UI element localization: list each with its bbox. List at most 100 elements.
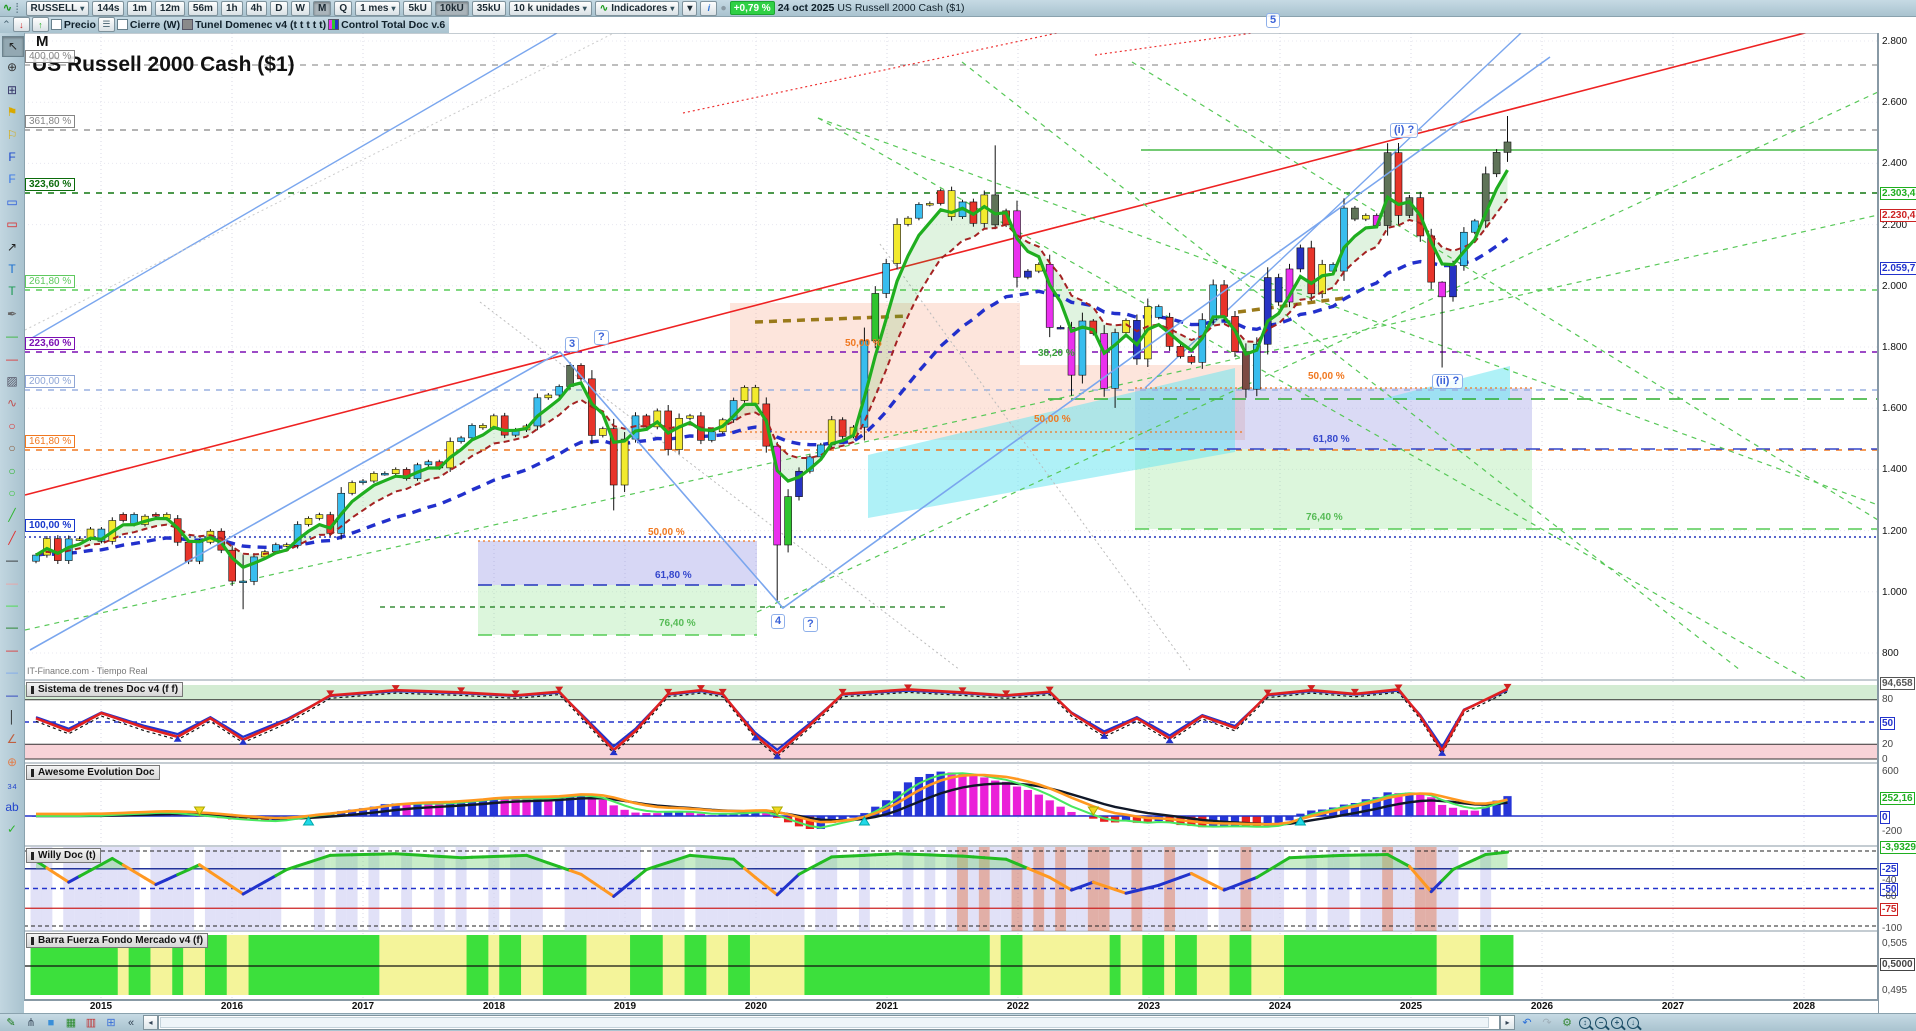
confirm-tool-icon[interactable]: ✓ bbox=[2, 820, 22, 839]
current-price-label: 2.059,7 bbox=[1880, 261, 1916, 275]
alert-cursor-tool-icon[interactable]: ⚑ bbox=[2, 103, 22, 122]
timeframe-button-D[interactable]: D bbox=[270, 0, 288, 16]
indicator-tick-label: 0 bbox=[1882, 753, 1888, 765]
info-icon[interactable]: i bbox=[700, 0, 718, 16]
hline-darkgreen-tool-icon[interactable]: — bbox=[2, 618, 22, 637]
hline-brightgreen-tool-icon[interactable]: — bbox=[2, 596, 22, 615]
vline-tool-icon[interactable]: │ bbox=[2, 708, 22, 727]
timeframe-button-56m[interactable]: 56m bbox=[187, 0, 218, 16]
alert-tool-icon[interactable]: ⚐ bbox=[2, 126, 22, 145]
settings-chart-icon[interactable]: ⚙ bbox=[1559, 1015, 1575, 1030]
hline-pink-tool-icon[interactable]: — bbox=[2, 574, 22, 593]
time-axis[interactable]: 2015 2016 2017 2018 2019 2020 2021 2022 2023 2024… bbox=[24, 1000, 1878, 1014]
rect-blue-tool-icon[interactable]: ▭ bbox=[2, 193, 22, 212]
collapse-chevron-icon[interactable]: ⌃ bbox=[2, 19, 11, 31]
rect-red-tool-icon[interactable]: ▭ bbox=[2, 215, 22, 234]
ellipse-brown-tool-icon[interactable]: ○ bbox=[2, 439, 22, 458]
scrollbar-thumb[interactable] bbox=[160, 1017, 1489, 1028]
timeframe-button-1h[interactable]: 1h bbox=[220, 0, 243, 16]
timeframe-button-12m[interactable]: 12m bbox=[154, 0, 185, 16]
chart-window-icon[interactable]: ⊞ bbox=[103, 1015, 119, 1030]
scroll-left-arrow[interactable]: ◂ bbox=[143, 1015, 158, 1030]
hline-black-tool-icon[interactable]: — bbox=[2, 551, 22, 570]
abcd-tool-icon[interactable]: ab bbox=[2, 798, 22, 817]
fib-extension-tool-icon[interactable]: F bbox=[2, 170, 22, 189]
price-tick-label: 2.400 bbox=[1882, 158, 1908, 170]
unit-button-5kU[interactable]: 5kU bbox=[403, 0, 432, 16]
drag-grip-icon: ⡇ bbox=[14, 2, 23, 14]
chart-scrollbar[interactable]: ◂ ▸ bbox=[143, 1015, 1515, 1030]
scroll-right-arrow[interactable]: ▸ bbox=[1500, 1015, 1515, 1030]
tunnel-label: Tunel Domenec v4 (t t t t t) bbox=[195, 18, 327, 31]
unit-button-35kU[interactable]: 35kU bbox=[471, 0, 506, 16]
timeframe-button-4h[interactable]: 4h bbox=[245, 0, 268, 16]
zoom-tool-icon[interactable]: ⊕ bbox=[2, 58, 22, 77]
timeframe-button-M[interactable]: M bbox=[312, 0, 332, 16]
instrument-label: US Russell 2000 Cash ($1) bbox=[837, 2, 965, 14]
redo-icon[interactable]: ↷ bbox=[1539, 1015, 1555, 1030]
hline-darkblue-tool-icon[interactable]: — bbox=[2, 686, 22, 705]
list-icon[interactable]: ☰ bbox=[97, 17, 115, 32]
price-tick-label: 1.000 bbox=[1882, 586, 1908, 598]
symbol-select[interactable]: RUSSELL ▾ bbox=[25, 0, 90, 16]
indicator-tick-label: 0,505 bbox=[1882, 937, 1908, 949]
close-checkbox[interactable] bbox=[116, 19, 128, 30]
price-tick-label: 1.400 bbox=[1882, 464, 1908, 476]
units-select[interactable]: 10 k unidades ▾ bbox=[508, 0, 592, 16]
text-tool-icon[interactable]: T bbox=[2, 260, 22, 279]
ellipse-red-tool-icon[interactable]: ○ bbox=[2, 417, 22, 436]
timeframe-button-144s[interactable]: 144s bbox=[92, 0, 125, 16]
chevron-down-icon: ▾ bbox=[582, 3, 587, 13]
column-width-icon[interactable]: ↓ bbox=[1627, 1016, 1639, 1029]
unit-button-10kU[interactable]: 10kU bbox=[434, 0, 469, 16]
timeframe-button-1m[interactable]: 1m bbox=[127, 0, 152, 16]
export-file-icon[interactable]: ▦ bbox=[63, 1015, 79, 1030]
year-label: 2020 bbox=[744, 1001, 768, 1012]
chat-icon[interactable]: ■ bbox=[43, 1015, 59, 1030]
indicators-select[interactable]: ∿ Indicadores ▾ bbox=[594, 0, 680, 16]
collapse-icon[interactable]: « bbox=[123, 1015, 139, 1030]
zoom-range-icon[interactable]: ↕ bbox=[1579, 1016, 1591, 1029]
timeframe-button-Q[interactable]: Q bbox=[334, 0, 353, 16]
chart-area[interactable] bbox=[23, 32, 1878, 1001]
indicators-expand-button[interactable]: ▾ bbox=[682, 0, 698, 16]
wave-pattern-tool-icon[interactable]: ∿ bbox=[2, 394, 22, 413]
columns-icon[interactable]: ▥ bbox=[83, 1015, 99, 1030]
period-select[interactable]: 1 mes ▾ bbox=[355, 0, 401, 16]
year-label: 2026 bbox=[1530, 1001, 1554, 1012]
segment-red-tool-icon[interactable]: — bbox=[2, 350, 22, 369]
line-red-tool-icon[interactable]: ╱ bbox=[2, 529, 22, 548]
fibonacci-tool-icon[interactable]: F bbox=[2, 148, 22, 167]
sell-arrow-icon[interactable]: ↓ bbox=[12, 17, 30, 32]
draw-mode-icon[interactable]: ✎ bbox=[3, 1015, 19, 1030]
zoom-out-icon[interactable]: − bbox=[1595, 1016, 1607, 1029]
price-and-indicator-chart[interactable] bbox=[23, 32, 1878, 1001]
ellipse-small-tool-icon[interactable]: ○ bbox=[2, 484, 22, 503]
zoom-in-icon[interactable]: + bbox=[1611, 1016, 1623, 1029]
timeframe-button-W[interactable]: W bbox=[290, 0, 310, 16]
trend-arrow-tool-icon[interactable]: ↗ bbox=[2, 238, 22, 257]
control-label: Control Total Doc v.6 bbox=[341, 18, 446, 31]
year-label: 2025 bbox=[1399, 1001, 1423, 1012]
zoom-area-tool-icon[interactable]: ⊞ bbox=[2, 81, 22, 100]
year-label: 2022 bbox=[1006, 1001, 1030, 1012]
buy-arrow-icon[interactable]: ↑ bbox=[31, 17, 49, 32]
price-axis[interactable]: 2.800 2.600 2.400 2.200 2.000 1.800 1.600 1.400… bbox=[1878, 33, 1916, 1013]
segment-green-tool-icon[interactable]: — bbox=[2, 327, 22, 346]
circle-plus-tool-icon[interactable]: ⊕ bbox=[2, 753, 22, 772]
pointer-tool-icon[interactable]: ↖ bbox=[2, 36, 24, 57]
share-icon[interactable]: ⋔ bbox=[23, 1015, 39, 1030]
scrollbar-track[interactable] bbox=[158, 1015, 1500, 1030]
hline-red-tool-icon[interactable]: — bbox=[2, 641, 22, 660]
ellipse-green-tool-icon[interactable]: ○ bbox=[2, 462, 22, 481]
elliott-count-tool-icon[interactable]: ₃₄ bbox=[2, 775, 22, 794]
callout-tool-icon[interactable]: T bbox=[2, 282, 22, 301]
undo-icon[interactable]: ↶ bbox=[1519, 1015, 1535, 1030]
pin-tool-icon[interactable]: ✒ bbox=[2, 305, 22, 324]
indicator-tick-label: 252,16 bbox=[1880, 791, 1915, 805]
ruler-tool-icon[interactable]: ▨ bbox=[2, 372, 22, 391]
hline-lightblue-tool-icon[interactable]: — bbox=[2, 663, 22, 682]
angle-tool-icon[interactable]: ∠ bbox=[2, 730, 22, 749]
price-checkbox[interactable] bbox=[50, 19, 62, 30]
line-green-tool-icon[interactable]: ╱ bbox=[2, 506, 22, 525]
